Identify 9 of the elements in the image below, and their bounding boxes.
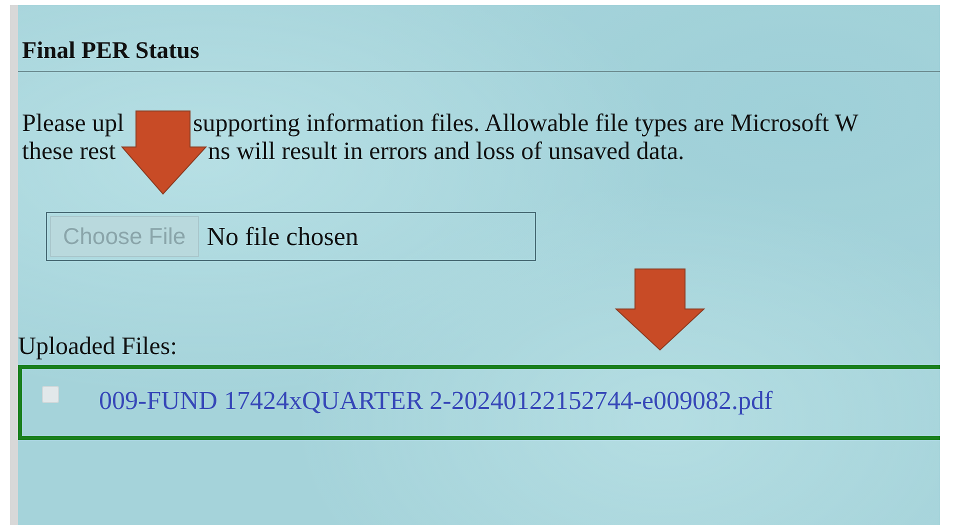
section-title: Final PER Status xyxy=(22,38,200,64)
instruction-text: these rest xyxy=(22,138,116,165)
instruction-text: supporting information files. Allowable file types are Microsoft W xyxy=(193,110,858,138)
instruction-text: ns will result in errors and loss of unsaved data. xyxy=(208,138,684,166)
file-link[interactable]: 009-FUND 17424xQUARTER 2-20240122152744-e009082.pdf xyxy=(99,386,773,416)
uploaded-files-label: Uploaded Files: xyxy=(18,333,178,361)
file-status: No file chosen xyxy=(206,222,358,252)
instruction-text: Please upl xyxy=(22,110,124,137)
file-checkbox[interactable] xyxy=(42,386,59,403)
